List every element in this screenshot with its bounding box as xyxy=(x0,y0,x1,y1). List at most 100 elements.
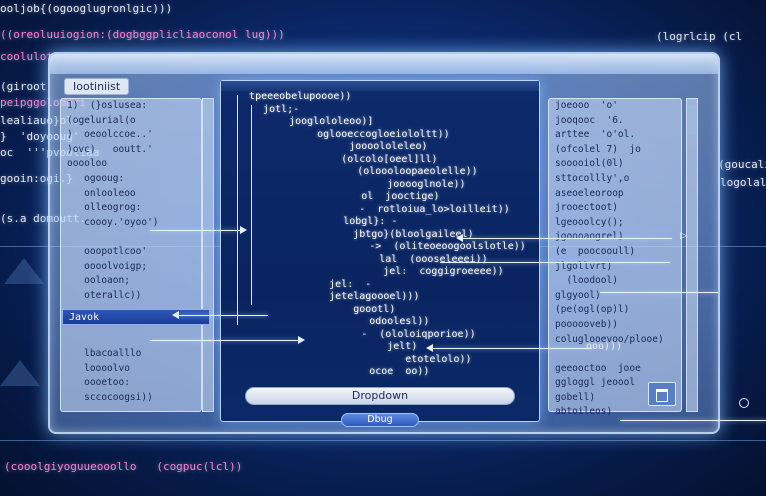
list-item[interactable]: (ofcolel 7) jo xyxy=(549,143,681,158)
bg-code-line: (cooolgiyoguueooollo (cogpuc(lcl)) xyxy=(4,460,243,473)
list-item[interactable]: )ovc) ooutt.' xyxy=(61,143,201,158)
code-line: jooooglnole)) xyxy=(309,178,466,190)
debug-button[interactable]: Dbug xyxy=(341,413,419,427)
list-item[interactable]: abtoileos) xyxy=(549,405,681,420)
code-line: jetelagoooel))) xyxy=(281,291,420,302)
right-list-panel[interactable]: joeooo 'o' jooqooc '6. arttee 'o'ol. (ofcol… xyxy=(548,98,682,417)
editor-header xyxy=(221,81,539,91)
window-title-label: Iootiniist xyxy=(64,78,130,95)
list-item[interactable] xyxy=(61,230,201,245)
status-text: ooo))) xyxy=(586,341,623,352)
list-item[interactable]: arttee 'o'ol. xyxy=(549,128,681,143)
code-editor[interactable]: Dropdown Dbug tpeeeobelupoooe)) jotl;- j… xyxy=(220,80,540,427)
main-window: Iootiniist 1) (}oslusea: (ogelurial(o) oe… xyxy=(48,52,720,434)
bg-code-line: (giroot xyxy=(0,80,47,93)
connector-arrow xyxy=(440,262,670,263)
triangle-decoration-icon xyxy=(4,258,44,284)
list-item[interactable]: poooooveb)) xyxy=(549,318,681,333)
code-line: ol jooctige) xyxy=(295,191,440,202)
code-line: jotl;- xyxy=(245,103,300,115)
code-fold-guide xyxy=(251,105,252,305)
bg-code-line: logolal xyxy=(720,176,766,189)
code-line: jel: - xyxy=(281,278,372,290)
bg-code-line: ((oreoluuiogion:(dogbggplicliaoconol lug… xyxy=(0,28,285,41)
connector-arrow xyxy=(432,348,592,349)
scrollbar-thumb[interactable] xyxy=(688,105,696,135)
list-item[interactable]: (e poocooull) xyxy=(549,245,681,260)
list-item[interactable]: sooooiol(0l) xyxy=(549,157,681,172)
connector-arrow xyxy=(150,340,300,341)
code-line: jbtgo}(bloolgaileel) xyxy=(299,228,474,240)
list-item[interactable]: ooloaon; xyxy=(61,274,201,289)
code-line: jel: coggigroeeee)) xyxy=(305,266,504,277)
arrow-head xyxy=(240,226,247,234)
list-item[interactable]: (pe(ogl(op)l) xyxy=(549,303,681,318)
list-item[interactable]: onlooleoo xyxy=(61,187,201,202)
bg-code-line: (goucalict xyxy=(718,158,766,171)
list-item[interactable]: sttocollly',o xyxy=(549,172,681,187)
list-item[interactable]: (ogelurial(o xyxy=(61,114,201,129)
connector-arrow xyxy=(462,238,672,239)
code-line: (oloooloopaeolelle)) xyxy=(291,166,478,177)
code-line: etotelolo)) xyxy=(321,353,472,365)
bg-code-line: ooljob{(ogooglugronlgic))) xyxy=(0,2,173,15)
list-item[interactable]: jrooectoot) xyxy=(549,201,681,216)
code-line: jelt) xyxy=(315,341,418,352)
folder-icon[interactable] xyxy=(648,382,676,406)
list-item[interactable]: oterallc)) xyxy=(61,289,201,304)
list-item[interactable]: oooetoo: xyxy=(61,376,201,391)
arrow-head xyxy=(298,336,305,344)
list-item[interactable]: (loodool) xyxy=(549,274,681,289)
scrollbar-thumb[interactable] xyxy=(204,105,212,135)
code-fold-guide xyxy=(237,95,238,325)
play-icon[interactable]: ▷ xyxy=(680,228,687,242)
triangle-decoration-icon xyxy=(0,360,40,386)
list-item[interactable]: 1) (}oslusea: xyxy=(61,99,201,114)
code-line: - (ololoiqporioe)) xyxy=(295,328,476,340)
list-item[interactable]: geeooctoo jooe xyxy=(549,362,681,377)
list-item[interactable]: loooolvo xyxy=(61,362,201,377)
code-line: joooololeleo) xyxy=(283,141,428,152)
list-item[interactable]: ooooloo xyxy=(61,157,201,172)
list-item[interactable]: sccocoogsi)) xyxy=(61,391,201,406)
grid-line xyxy=(0,440,766,441)
list-item[interactable]: joeooo 'o' xyxy=(549,99,681,114)
connector-arrow xyxy=(600,292,718,293)
list-item[interactable]: ooopotlcoo' xyxy=(61,245,201,260)
connector-arrow xyxy=(178,315,268,316)
bg-code-line: coolulot xyxy=(0,50,53,63)
list-item[interactable]: lbacoalllo xyxy=(61,347,201,362)
code-line: jooglololeoo)] xyxy=(259,116,374,127)
list-item[interactable]: ) oeoolccoe..' xyxy=(61,128,201,143)
connector-arrow xyxy=(150,230,242,231)
code-line: lobgl}: - xyxy=(283,216,398,227)
bg-code-line: (logrlcip (cl xyxy=(656,30,743,43)
window-titlebar[interactable] xyxy=(50,54,718,74)
code-line: oglooeccogloeiololtt)) xyxy=(269,128,450,140)
code-line: tpeeeobelupoooe)) xyxy=(231,91,352,102)
connector-arrow xyxy=(620,420,766,421)
right-scrollbar[interactable] xyxy=(686,98,698,412)
list-item[interactable]: olleogrog: xyxy=(61,201,201,216)
dropdown-button[interactable]: Dropdown xyxy=(245,387,515,405)
code-line: ocoe oo)) xyxy=(303,366,430,377)
list-item[interactable]: jooqooc '6. xyxy=(549,114,681,129)
code-line: (olcolo[oeel]ll) xyxy=(281,153,438,165)
list-item[interactable]: ogooug: xyxy=(61,172,201,187)
list-item[interactable]: coooy.'oyoo') xyxy=(61,216,201,231)
list-item[interactable]: glgyool) xyxy=(549,289,681,304)
arrow-head xyxy=(172,311,179,319)
arrow-head xyxy=(426,344,433,352)
list-item[interactable]: lgeooolcy(); xyxy=(549,216,681,231)
code-line: odoolesl)) xyxy=(303,316,430,327)
circle-icon[interactable] xyxy=(739,398,749,408)
selected-list-item[interactable]: Javok xyxy=(62,309,210,325)
code-line: - rotloiua_lo>loilleit)) xyxy=(293,203,510,215)
list-item[interactable]: oooolvoigp; xyxy=(61,260,201,275)
code-line: -> (oliteoeoogoolslotle)) xyxy=(291,241,526,252)
left-list-panel[interactable]: 1) (}oslusea: (ogelurial(o) oeoolccoe..')… xyxy=(60,98,202,412)
list-item[interactable]: aseoeleoroop xyxy=(549,187,681,202)
code-line: goootl) xyxy=(293,303,396,315)
arrow-head xyxy=(456,234,463,242)
left-scrollbar[interactable] xyxy=(202,98,214,412)
